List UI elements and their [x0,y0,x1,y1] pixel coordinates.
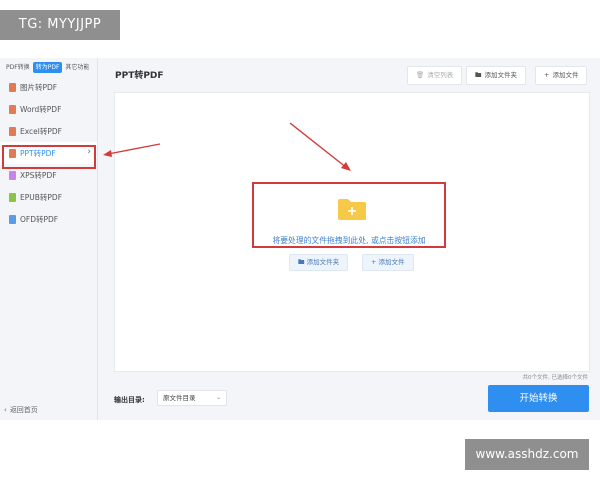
folder-icon: 🖿 [475,71,482,79]
trash-icon: 🗑 [416,71,425,79]
word-file-icon [9,104,16,114]
clear-list-button[interactable]: 🗑 清空列表 [407,66,463,85]
dropzone-add-folder-button[interactable]: 🖿 添加文件夹 [289,254,349,271]
excel-file-icon [9,126,16,136]
watermark-top: TG: MYYJJPP [0,10,120,40]
start-convert-button[interactable]: 开始转换 [488,385,589,412]
tab-pdf-convert[interactable]: PDF转换 [3,62,33,73]
sidebar-item-label: Word转PDF [20,104,62,114]
sidebar-item-label: OFD转PDF [20,214,59,224]
add-folder-label: 添加文件夹 [484,71,518,79]
highlight-box-sidebar [2,145,96,169]
folder-icon: 🖿 [298,258,307,266]
dropzone-add-folder-label: 添加文件夹 [306,258,340,266]
clear-list-label: 清空列表 [427,71,454,79]
watermark-bottom: www.asshdz.com [465,439,589,470]
output-dir-select[interactable]: 原文件目录 ⌄ [157,390,227,406]
sidebar-item-label: Excel转PDF [20,126,62,136]
xps-file-icon [9,170,16,180]
folder-add-icon [338,199,366,220]
sidebar-tabs: PDF转换 转为PDF 其它功能 [3,62,92,73]
output-dir-label: 输出目录: [114,396,145,404]
sidebar: PDF转换 转为PDF 其它功能 图片转PDF Word转PDF Excel转P… [0,58,98,420]
tab-to-pdf[interactable]: 转为PDF [32,62,63,73]
app-window: PDF转换 转为PDF 其它功能 图片转PDF Word转PDF Excel转P… [0,58,600,420]
output-dir-value: 原文件目录 [163,394,196,402]
plus-icon: + [371,258,379,266]
add-file-label: 添加文件 [552,71,579,79]
sidebar-item-word-to-pdf[interactable]: Word转PDF [0,98,97,120]
sidebar-item-label: 图片转PDF [20,82,58,92]
sidebar-item-label: EPUB转PDF [20,192,63,202]
tab-other-functions[interactable]: 其它功能 [62,62,92,73]
dropzone-add-file-label: 添加文件 [378,258,405,266]
file-dropzone[interactable]: 将要处理的文件拖拽到此处, 或点击按钮添加 🖿 添加文件夹 + 添加文件 [114,92,590,372]
sidebar-item-excel-to-pdf[interactable]: Excel转PDF [0,120,97,142]
add-file-button[interactable]: + 添加文件 [535,66,588,85]
sidebar-item-ofd-to-pdf[interactable]: OFD转PDF [0,208,97,230]
plus-icon: + [544,71,550,79]
main-panel: PPT转PDF 🗑 清空列表 🖿 添加文件夹 + 添加文件 将要处理的文件拖拽到此处,… [98,58,600,420]
epub-file-icon [9,192,16,202]
sidebar-item-label: XPS转PDF [20,170,57,180]
chevron-down-icon: ⌄ [215,394,221,401]
dropzone-add-file-button[interactable]: + 添加文件 [362,254,414,271]
sidebar-item-epub-to-pdf[interactable]: EPUB转PDF [0,186,97,208]
image-file-icon [9,82,16,92]
back-home-label: 返回首页 [9,406,38,414]
back-home-link[interactable]: ‹ 返回首页 [4,405,38,415]
file-count-status: 共0个文件, 已选择0个文件 [522,375,589,381]
dropzone-hint: 将要处理的文件拖拽到此处, 或点击按钮添加 [272,236,426,245]
add-folder-button[interactable]: 🖿 添加文件夹 [466,66,526,85]
page-title: PPT转PDF [115,71,164,81]
ofd-file-icon [9,214,16,224]
chevron-left-icon: ‹ [4,406,7,414]
sidebar-item-image-to-pdf[interactable]: 图片转PDF [0,76,97,98]
